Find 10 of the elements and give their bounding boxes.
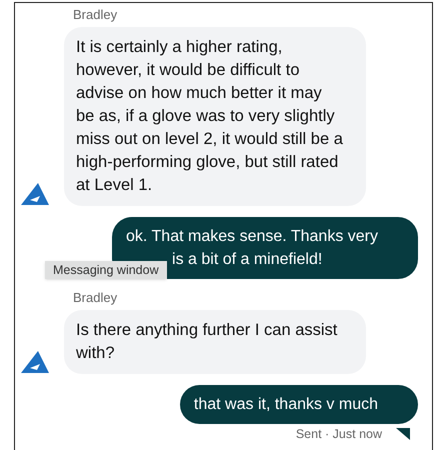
sender-name: Bradley bbox=[73, 290, 118, 306]
agent-message-bubble: It is certainly a higher rating, however, it would be difficult to advise on how much better it may be as, if a glove was to very slightly miss out on level 2, it would still be a high-performing glove, but still rated at Level 1. bbox=[64, 27, 366, 206]
sender-name: Bradley bbox=[73, 7, 118, 23]
logo-icon bbox=[20, 350, 50, 374]
tooltip: Messaging window bbox=[45, 261, 167, 279]
agent-message-bubble: Is there anything further I can assist with? bbox=[64, 310, 366, 374]
user-message-bubble: that was it, thanks v much bbox=[180, 385, 418, 424]
logo-icon bbox=[20, 182, 50, 206]
corner-tail-icon bbox=[396, 428, 410, 440]
message-status: Sent · Just now bbox=[296, 427, 382, 441]
